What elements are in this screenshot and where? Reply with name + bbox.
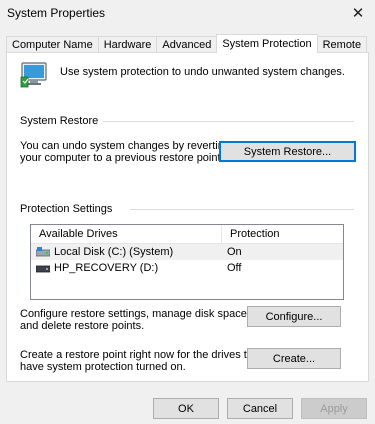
system-drive-icon xyxy=(36,247,50,257)
close-icon: ✕ xyxy=(351,5,365,22)
drive-name: Local Disk (C:) (System) xyxy=(54,246,174,258)
drives-list-header: Available Drives Protection xyxy=(31,225,343,244)
description-line: Create a restore point right now for the… xyxy=(20,349,263,361)
system-restore-button[interactable]: System Restore... xyxy=(219,141,356,162)
create-button[interactable]: Create... xyxy=(247,348,341,369)
configure-description: Configure restore settings, manage disk … xyxy=(20,308,250,332)
configure-button[interactable]: Configure... xyxy=(247,306,341,327)
create-description: Create a restore point right now for the… xyxy=(20,349,262,373)
drives-list[interactable]: Available Drives Protection Local Disk (… xyxy=(30,224,344,300)
tab-panel: Use system protection to undo unwanted s… xyxy=(6,52,369,382)
drive-protection-status: Off xyxy=(227,262,242,274)
column-header-protection[interactable]: Protection xyxy=(222,225,280,243)
group-divider xyxy=(130,209,354,210)
system-protection-icon xyxy=(20,62,47,88)
tab-remote[interactable]: Remote xyxy=(316,36,368,53)
description-line: You can undo system changes by reverting xyxy=(20,140,230,152)
window-title: System Properties xyxy=(7,6,106,20)
tab-computer-name[interactable]: Computer Name xyxy=(6,36,99,53)
column-header-available-drives[interactable]: Available Drives xyxy=(31,225,222,243)
drive-row[interactable]: HP_RECOVERY (D:) Off xyxy=(31,260,343,276)
description-line: have system protection turned on. xyxy=(20,361,186,373)
description-line: and delete restore points. xyxy=(20,320,145,332)
description-line: Configure restore settings, manage disk … xyxy=(20,308,250,320)
drive-name: HP_RECOVERY (D:) xyxy=(54,262,159,274)
protection-settings-group-label: Protection Settings xyxy=(20,203,116,215)
intro-text: Use system protection to undo unwanted s… xyxy=(60,66,345,78)
group-divider xyxy=(103,121,354,122)
tab-advanced[interactable]: Advanced xyxy=(156,36,218,53)
drive-icon xyxy=(36,265,50,273)
drive-row[interactable]: Local Disk (C:) (System) On xyxy=(31,244,343,260)
system-restore-description: You can undo system changes by reverting… xyxy=(20,140,230,164)
tab-system-protection[interactable]: System Protection xyxy=(216,34,318,53)
system-restore-group-label: System Restore xyxy=(20,115,102,127)
ok-button[interactable]: OK xyxy=(153,398,219,419)
tab-hardware[interactable]: Hardware xyxy=(97,36,158,53)
cancel-button[interactable]: Cancel xyxy=(227,398,293,419)
tab-bar: Computer Name Hardware Advanced System P… xyxy=(6,34,368,53)
close-button[interactable]: ✕ xyxy=(347,2,369,24)
drive-protection-status: On xyxy=(227,246,242,258)
description-line: your computer to a previous restore poin… xyxy=(20,152,224,164)
apply-button[interactable]: Apply xyxy=(301,398,367,419)
